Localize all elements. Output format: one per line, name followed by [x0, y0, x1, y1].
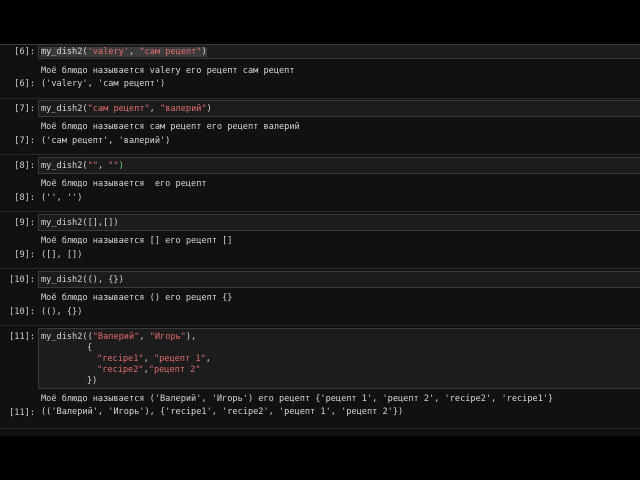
output-prompt: [9]:: [14, 250, 35, 260]
code-line[interactable]: "recipe2","рецепт 2": [97, 365, 201, 375]
string-token: "Игорь": [149, 332, 186, 342]
string-token: "рецепт 2": [148, 365, 201, 375]
code-token: my_dish2((: [41, 332, 93, 342]
code-token: my_dish2(: [41, 161, 88, 171]
matched-bracket-token: ): [118, 161, 124, 171]
string-token: "рецепт 1": [153, 354, 206, 364]
stdout-output: Моё блюдо называется () его рецепт {}: [41, 293, 233, 303]
string-token: "": [87, 161, 98, 171]
stdout-output: Моё блюдо называется его рецепт: [41, 179, 207, 189]
input-prompt: [8]:: [14, 161, 35, 171]
output-prompt: [7]:: [14, 136, 35, 146]
code-token: ,: [149, 104, 161, 114]
code-line[interactable]: my_dish2(("Валерий", "Игорь"),: [41, 332, 196, 342]
code-line[interactable]: my_dish2([],[]): [41, 218, 119, 228]
code-token: ,: [128, 47, 140, 57]
string-token: "сам рецепт": [139, 47, 202, 57]
result-output: ('valery', 'сам рецепт'): [41, 79, 166, 89]
code-token: ,: [143, 354, 154, 364]
code-line[interactable]: }): [87, 376, 97, 386]
input-prompt: [7]:: [14, 104, 35, 114]
result-output: ('сам рецепт', 'валерий'): [41, 136, 171, 146]
cell-separator: [0, 98, 640, 99]
stdout-output: Моё блюдо называется [] его рецепт []: [41, 236, 233, 246]
input-prompt: [11]:: [9, 332, 35, 342]
string-token: "recipe1": [97, 354, 144, 364]
code-line[interactable]: my_dish2((), {}): [41, 275, 124, 285]
code-token: ),: [185, 332, 197, 342]
result-output: (('Валерий', 'Игорь'), {'recipe1', 'reci…: [41, 407, 404, 417]
code-line[interactable]: "recipe1", "рецепт 1",: [97, 354, 211, 364]
cell-separator: [0, 211, 640, 212]
cell-separator: [0, 154, 640, 155]
code-token: ,: [97, 161, 109, 171]
code-line[interactable]: my_dish2('valery', "сам рецепт"): [41, 47, 207, 57]
code-token: ,: [139, 332, 150, 342]
output-prompt: [8]:: [14, 193, 35, 203]
result-output: ('', ''): [41, 193, 83, 203]
code-line[interactable]: {: [87, 343, 92, 353]
code-cell-input[interactable]: [38, 214, 640, 231]
string-token: "сам рецепт": [87, 104, 150, 114]
string-token: 'valery': [87, 47, 129, 57]
code-token: ,: [205, 354, 211, 364]
code-line[interactable]: my_dish2("", ""): [41, 161, 124, 171]
input-prompt: [10]:: [9, 275, 35, 285]
input-prompt: [6]:: [14, 47, 35, 57]
cell-separator: [0, 325, 640, 326]
output-prompt: [10]:: [9, 307, 35, 317]
input-prompt: [9]:: [14, 218, 35, 228]
output-prompt: [6]:: [14, 79, 35, 89]
code-token: my_dish2(: [41, 47, 88, 57]
stdout-output: Моё блюдо называется ('Валерий', 'Игорь'…: [41, 394, 554, 404]
code-cell-input[interactable]: [38, 157, 640, 174]
result-output: ([], []): [41, 250, 83, 260]
result-output: ((), {}): [41, 307, 83, 317]
code-token: ): [201, 47, 207, 57]
cell-separator: [0, 428, 640, 429]
stdout-output: Моё блюдо называется valery его рецепт с…: [41, 66, 295, 76]
cell-separator: [0, 268, 640, 269]
string-token: "валерий": [160, 104, 207, 114]
string-token: "recipe2": [97, 365, 144, 375]
code-cell-input[interactable]: [38, 271, 640, 288]
string-token: "": [108, 161, 119, 171]
notebook-area[interactable]: [6]: my_dish2('valery', "сам рецепт") Мо…: [0, 44, 640, 436]
stdout-output: Моё блюдо называется сам рецепт его реце…: [41, 122, 300, 132]
output-prompt: [11]:: [9, 408, 35, 418]
code-line[interactable]: my_dish2("сам рецепт", "валерий"): [41, 104, 212, 114]
string-token: "Валерий": [92, 332, 140, 342]
code-token: my_dish2(: [41, 104, 88, 114]
code-token: ): [206, 104, 212, 114]
